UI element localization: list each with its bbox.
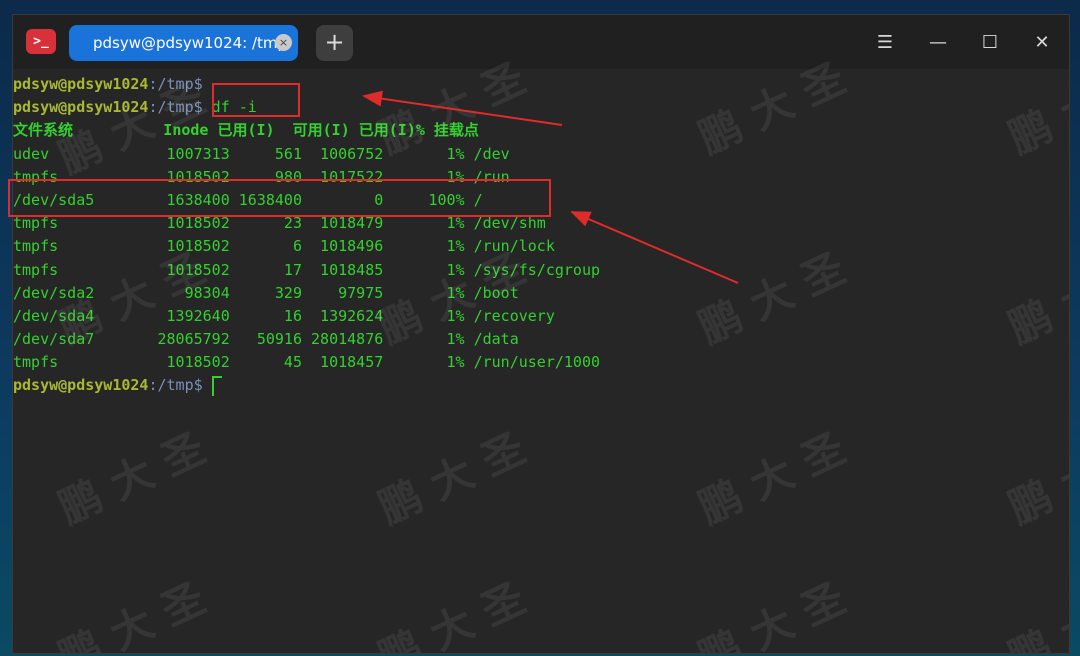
annotation-box-row — [8, 179, 551, 217]
prompt-dollar: $ — [193, 376, 203, 395]
prompt-user: pdsyw@pdsyw1024 — [13, 75, 149, 93]
prompt-dollar: $ — [193, 98, 203, 117]
title-bar: >_ pdsyw@pdsyw1024: /tmp × + ☰ — ☐ ✕ — [13, 15, 1069, 69]
annotation-box-command — [212, 83, 300, 117]
minimize-button[interactable]: — — [926, 33, 950, 53]
table-row: /dev/sda4 1392640 16 1392624 1% /recover… — [13, 306, 555, 325]
table-row: udev 1007313 561 1006752 1% /dev — [13, 144, 510, 163]
table-row: tmpfs 1018502 45 1018457 1% /run/user/10… — [13, 353, 600, 372]
table-row: /dev/sda2 98304 329 97975 1% /boot — [13, 283, 519, 302]
prompt-separator: : — [148, 376, 158, 395]
table-row: tmpfs 1018502 17 1018485 1% /sys/fs/cgro… — [13, 260, 600, 279]
prompt-separator: : — [148, 98, 158, 117]
tab-title: pdsyw@pdsyw1024: /tmp — [93, 34, 288, 52]
prompt-path: /tmp — [157, 75, 194, 93]
terminal-window: >_ pdsyw@pdsyw1024: /tmp × + ☰ — ☐ ✕ pds… — [12, 14, 1070, 654]
prompt-user: pdsyw@pdsyw1024 — [13, 376, 149, 395]
prompt-line: pdsyw@pdsyw1024:/tmp$ — [13, 374, 1069, 397]
terminal-app-icon: >_ — [26, 29, 56, 54]
prompt-line: pdsyw@pdsyw1024:/tmp$ — [13, 73, 1069, 96]
tab-terminal[interactable]: pdsyw@pdsyw1024: /tmp × — [69, 25, 298, 61]
maximize-button[interactable]: ☐ — [978, 33, 1002, 53]
table-row: /dev/sda7 28065792 50916 28014876 1% /da… — [13, 330, 519, 349]
table-row: tmpfs 1018502 6 1018496 1% /run/lock — [13, 237, 555, 256]
table-header: 文件系统 Inode 已用(I) 可用(I) 已用(I)% 挂载点 — [13, 121, 479, 140]
prompt-separator: : — [148, 75, 158, 93]
tab-close-icon[interactable]: × — [275, 34, 292, 51]
new-tab-button[interactable]: + — [316, 25, 353, 61]
menu-icon[interactable]: ☰ — [873, 33, 897, 53]
close-button[interactable]: ✕ — [1030, 33, 1054, 53]
prompt-line: pdsyw@pdsyw1024:/tmp$ df -i — [13, 96, 1069, 119]
prompt-dollar: $ — [193, 75, 203, 93]
text-cursor — [211, 375, 222, 396]
prompt-path: /tmp — [157, 376, 194, 395]
terminal-output[interactable]: pdsyw@pdsyw1024:/tmp$ pdsyw@pdsyw1024:/t… — [13, 69, 1069, 653]
prompt-path: /tmp — [157, 98, 194, 117]
prompt-user: pdsyw@pdsyw1024 — [13, 98, 149, 117]
